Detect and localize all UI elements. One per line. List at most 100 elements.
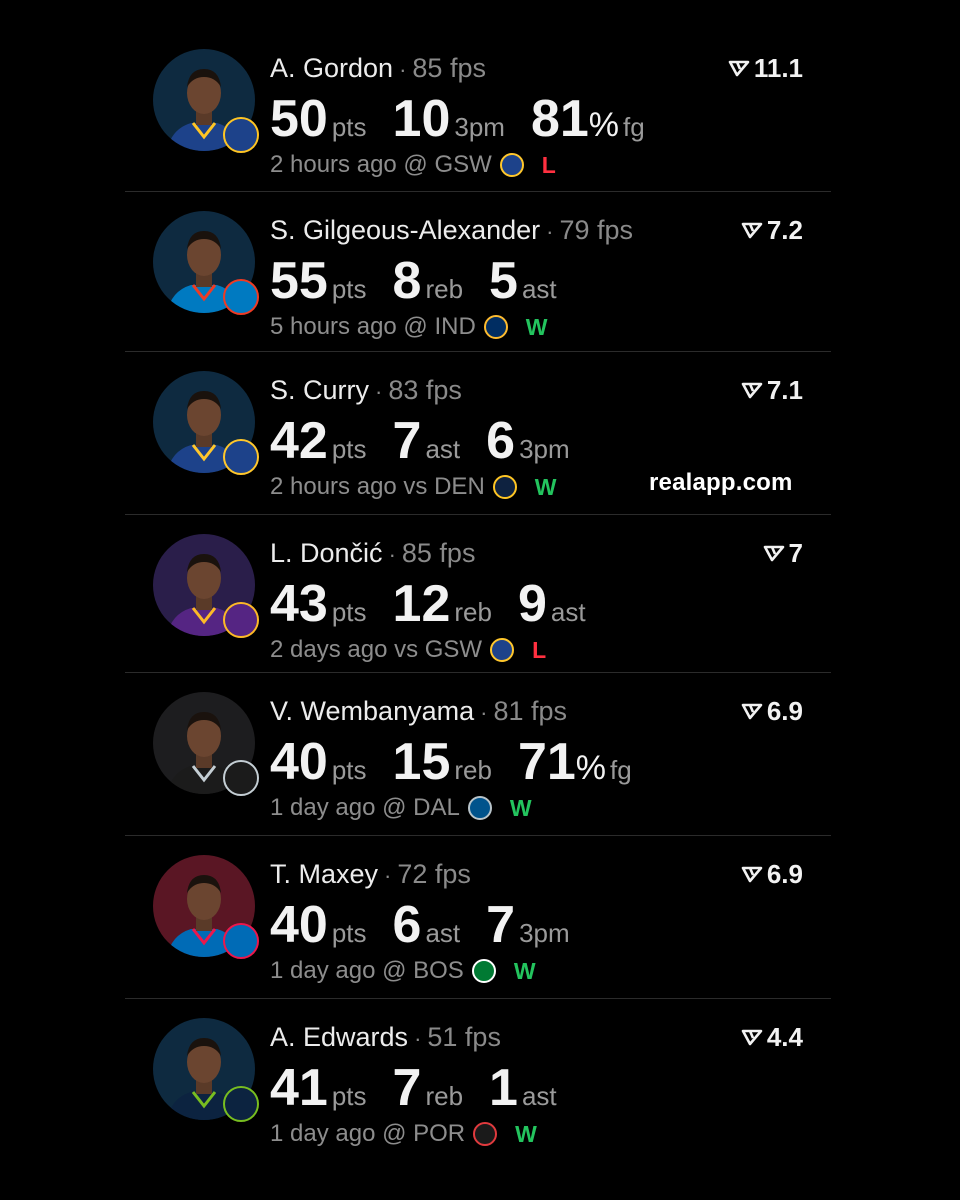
player-score: 6.9 bbox=[741, 858, 803, 890]
score-icon bbox=[741, 221, 763, 239]
stat-value: 43 bbox=[270, 575, 328, 633]
game-time: 1 day ago @ DAL bbox=[270, 794, 460, 821]
player-score: 6.9 bbox=[741, 695, 803, 727]
stat-value: 9 bbox=[517, 575, 547, 633]
stat-value: 1 bbox=[489, 1059, 518, 1117]
team-logo-icon bbox=[223, 1086, 259, 1122]
separator-dot: · bbox=[414, 1026, 422, 1051]
game-info: 2 hours ago vs DEN W bbox=[270, 472, 557, 502]
stat-value: 15 bbox=[392, 733, 451, 791]
player-score: 7.1 bbox=[741, 374, 803, 406]
leaderboard-list: A. Gordon · 85 fps 11.1 50 pts 10 3pm 81% fg 2 hou… bbox=[125, 30, 831, 1149]
stat-unit: pts bbox=[331, 434, 367, 464]
player-header: S. Curry · 83 fps bbox=[270, 372, 462, 410]
stat: 15 reb bbox=[393, 731, 492, 793]
stat-percent: % bbox=[588, 106, 620, 144]
player-name: S. Gilgeous-Alexander bbox=[270, 215, 541, 245]
opponent-logo-icon bbox=[473, 1122, 498, 1146]
team-logo-icon bbox=[223, 117, 259, 153]
player-row[interactable]: S. Gilgeous-Alexander · 79 fps 7.2 55 pts 8 reb… bbox=[125, 192, 831, 352]
game-result: W bbox=[513, 958, 536, 984]
score-icon bbox=[741, 865, 763, 883]
stat-unit: reb bbox=[454, 597, 492, 627]
score-icon bbox=[741, 381, 763, 399]
stat-value: 8 bbox=[392, 252, 422, 310]
stat-value: 42 bbox=[270, 412, 328, 470]
stat-unit: ast bbox=[521, 1081, 557, 1111]
stat: 50 pts bbox=[270, 88, 367, 150]
stat-value: 7 bbox=[486, 896, 516, 954]
score-value: 6.9 bbox=[766, 859, 803, 889]
opponent-logo-icon bbox=[467, 796, 492, 820]
game-result: L bbox=[541, 152, 556, 178]
team-logo-icon bbox=[223, 923, 259, 959]
player-row[interactable]: A. Edwards · 51 fps 4.4 41 pts 7 reb 1 ast 1 day a… bbox=[125, 999, 831, 1149]
game-result: W bbox=[534, 474, 557, 500]
fantasy-points: 72 fps bbox=[397, 859, 471, 889]
stat: 12 reb bbox=[393, 573, 492, 635]
player-header: V. Wembanyama · 81 fps bbox=[270, 693, 567, 731]
player-score: 4.4 bbox=[741, 1021, 803, 1053]
player-name: L. Dončić bbox=[270, 538, 383, 568]
score-value: 11.1 bbox=[753, 53, 803, 83]
stat: 43 pts bbox=[270, 573, 367, 635]
stat: 42 pts bbox=[270, 410, 367, 472]
player-row[interactable]: A. Gordon · 85 fps 11.1 50 pts 10 3pm 81% fg 2 hou… bbox=[125, 30, 831, 192]
game-time: 2 days ago vs GSW bbox=[270, 636, 483, 663]
stat-line: 50 pts 10 3pm 81% fg bbox=[270, 88, 671, 150]
stat: 5 ast bbox=[489, 250, 557, 312]
stat-unit: reb bbox=[425, 1081, 464, 1111]
player-row[interactable]: L. Dončić · 85 fps 7 43 pts 12 reb 9 ast 2 days ag… bbox=[125, 515, 831, 673]
stat-value: 40 bbox=[270, 733, 328, 791]
score-value: 7.1 bbox=[766, 375, 803, 405]
player-score: 7.2 bbox=[741, 214, 803, 246]
fantasy-points: 51 fps bbox=[427, 1022, 501, 1052]
stat-unit: pts bbox=[331, 597, 367, 627]
stat-unit: ast bbox=[425, 434, 461, 464]
player-header: A. Gordon · 85 fps bbox=[270, 50, 486, 88]
score-icon bbox=[728, 59, 750, 77]
player-name: A. Gordon bbox=[270, 53, 394, 83]
team-logo-icon bbox=[223, 760, 259, 796]
score-icon bbox=[741, 1028, 763, 1046]
stat: 41 pts bbox=[270, 1057, 367, 1119]
stat-unit: pts bbox=[331, 274, 367, 304]
game-info: 2 hours ago @ GSW L bbox=[270, 150, 556, 180]
game-time: 5 hours ago @ IND bbox=[270, 313, 476, 340]
player-name: T. Maxey bbox=[270, 859, 379, 889]
stat-unit: fg bbox=[610, 755, 632, 785]
player-header: A. Edwards · 51 fps bbox=[270, 1019, 501, 1057]
game-result: W bbox=[525, 314, 548, 340]
watermark: realapp.com bbox=[649, 469, 793, 496]
stat: 7 3pm bbox=[486, 894, 570, 956]
stat: 40 pts bbox=[270, 731, 367, 793]
player-header: S. Gilgeous-Alexander · 79 fps bbox=[270, 212, 633, 250]
stat-unit: pts bbox=[331, 112, 367, 142]
stat-value: 10 bbox=[392, 90, 451, 148]
fantasy-points: 85 fps bbox=[412, 53, 486, 83]
separator-dot: · bbox=[388, 542, 396, 567]
player-row[interactable]: T. Maxey · 72 fps 6.9 40 pts 6 ast 7 3pm 1 day ago… bbox=[125, 836, 831, 999]
stat-value: 6 bbox=[392, 896, 422, 954]
stat-unit: ast bbox=[550, 597, 586, 627]
stat-value: 5 bbox=[489, 252, 518, 310]
stat: 55 pts bbox=[270, 250, 367, 312]
opponent-logo-icon bbox=[471, 959, 496, 983]
separator-dot: · bbox=[480, 700, 488, 725]
player-row[interactable]: V. Wembanyama · 81 fps 6.9 40 pts 15 reb 71% fg 1 … bbox=[125, 673, 831, 836]
team-logo-icon bbox=[223, 439, 259, 475]
separator-dot: · bbox=[399, 57, 407, 82]
stat-value: 7 bbox=[392, 412, 422, 470]
team-logo-icon bbox=[223, 279, 259, 315]
player-name: S. Curry bbox=[270, 375, 370, 405]
stat: 8 reb bbox=[393, 250, 464, 312]
stat-value: 40 bbox=[270, 896, 328, 954]
separator-dot: · bbox=[375, 379, 383, 404]
stat-line: 43 pts 12 reb 9 ast bbox=[270, 573, 612, 635]
stat-value: 7 bbox=[392, 1059, 422, 1117]
game-info: 2 days ago vs GSW L bbox=[270, 635, 546, 665]
player-header: T. Maxey · 72 fps bbox=[270, 856, 471, 894]
stat-unit: reb bbox=[454, 755, 492, 785]
stat: 7 ast bbox=[393, 410, 461, 472]
opponent-logo-icon bbox=[483, 315, 508, 339]
